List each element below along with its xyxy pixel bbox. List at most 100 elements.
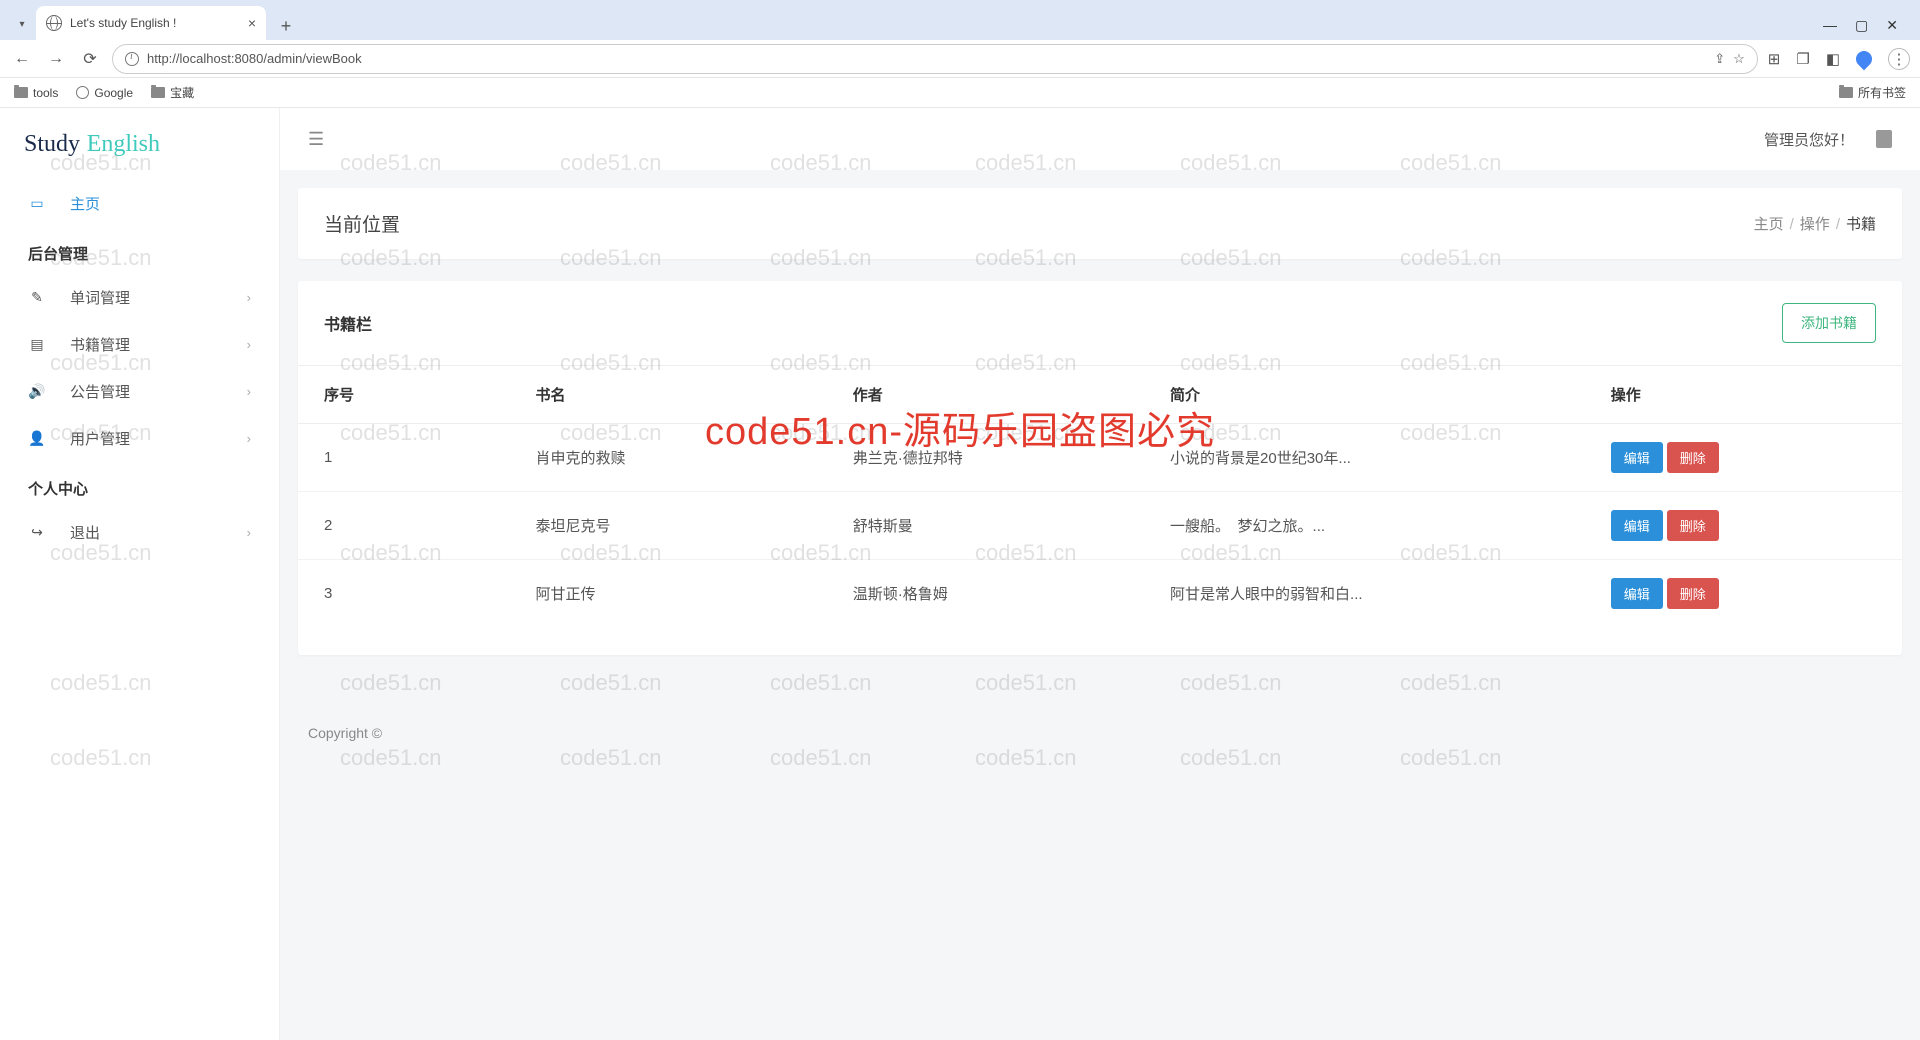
edit-icon: ✎ xyxy=(28,289,46,306)
new-tab-button[interactable]: + xyxy=(272,12,300,40)
tab-close-icon[interactable]: × xyxy=(248,15,256,31)
chevron-right-icon: › xyxy=(247,337,251,352)
bookmarks-bar: tools Google 宝藏 所有书签 xyxy=(0,78,1920,108)
sidebar: Study English ▭ 主页 后台管理 ✎ 单词管理 › ▤ 书籍管理 … xyxy=(0,108,280,1040)
side-panel-icon[interactable]: ◧ xyxy=(1826,50,1840,68)
edit-button[interactable]: 编辑 xyxy=(1611,510,1663,541)
cell-desc: 阿甘是常人眼中的弱智和白... xyxy=(1144,560,1585,628)
forward-button[interactable]: → xyxy=(44,50,68,68)
breadcrumb-trail: 主页/操作/书籍 xyxy=(1754,213,1876,234)
tab-title: Let's study English ! xyxy=(70,16,240,30)
edit-button[interactable]: 编辑 xyxy=(1611,578,1663,609)
table-row: 2泰坦尼克号舒特斯曼一艘船。 梦幻之旅。...编辑删除 xyxy=(298,492,1902,560)
sidebar-item-label: 主页 xyxy=(70,193,100,214)
cell-ops: 编辑删除 xyxy=(1585,424,1902,492)
folder-icon xyxy=(1839,87,1853,98)
folder-icon xyxy=(151,87,165,98)
lock-icon[interactable] xyxy=(1876,130,1892,148)
sidebar-item-books[interactable]: ▤ 书籍管理 › xyxy=(0,321,279,368)
chevron-right-icon: › xyxy=(247,290,251,305)
bookmark-folder[interactable]: 宝藏 xyxy=(151,84,194,101)
sidebar-item-label: 用户管理 xyxy=(70,428,130,449)
cell-index: 1 xyxy=(298,424,510,492)
sidebar-item-words[interactable]: ✎ 单词管理 › xyxy=(0,274,279,321)
sidebar-item-label: 单词管理 xyxy=(70,287,130,308)
logout-icon: ↪ xyxy=(28,524,46,541)
delete-button[interactable]: 删除 xyxy=(1667,442,1719,473)
sidebar-item-label: 书籍管理 xyxy=(70,334,130,355)
bookmark-link[interactable]: Google xyxy=(76,86,133,100)
chevron-right-icon: › xyxy=(247,384,251,399)
table-row: 1肖申克的救赎弗兰克·德拉邦特小说的背景是20世纪30年...编辑删除 xyxy=(298,424,1902,492)
cell-author: 温斯顿·格鲁姆 xyxy=(827,560,1144,628)
globe-icon xyxy=(46,15,62,31)
app-logo[interactable]: Study English xyxy=(0,122,279,180)
sidebar-item-users[interactable]: 👤 用户管理 › xyxy=(0,415,279,462)
panel-header: 书籍栏 添加书籍 xyxy=(298,281,1902,366)
chevron-right-icon: › xyxy=(247,525,251,540)
site-info-icon[interactable] xyxy=(125,52,139,66)
sidebar-item-home[interactable]: ▭ 主页 xyxy=(0,180,279,227)
share-icon[interactable]: ⇪ xyxy=(1714,51,1725,67)
sidebar-item-label: 公告管理 xyxy=(70,381,130,402)
cell-ops: 编辑删除 xyxy=(1585,560,1902,628)
col-name: 书名 xyxy=(510,366,827,424)
browser-menu-icon[interactable]: ⋮ xyxy=(1888,48,1910,70)
add-book-button[interactable]: 添加书籍 xyxy=(1782,303,1876,343)
cell-desc: 小说的背景是20世纪30年... xyxy=(1144,424,1585,492)
sidebar-item-notices[interactable]: 🔊 公告管理 › xyxy=(0,368,279,415)
close-window-button[interactable]: ✕ xyxy=(1886,17,1898,34)
sidebar-item-label: 退出 xyxy=(70,522,100,543)
reading-list-icon[interactable]: ❐ xyxy=(1796,50,1809,68)
url-text: http://localhost:8080/admin/viewBook xyxy=(147,51,1706,66)
col-author: 作者 xyxy=(827,366,1144,424)
edit-button[interactable]: 编辑 xyxy=(1611,442,1663,473)
cell-author: 弗兰克·德拉邦特 xyxy=(827,424,1144,492)
breadcrumb-op[interactable]: 操作 xyxy=(1800,216,1830,233)
sidebar-section-personal: 个人中心 xyxy=(0,462,279,509)
cell-author: 舒特斯曼 xyxy=(827,492,1144,560)
extensions-icon[interactable]: ⊞ xyxy=(1768,50,1781,68)
col-ops: 操作 xyxy=(1585,366,1902,424)
globe-icon xyxy=(76,86,89,99)
panel-title: 书籍栏 xyxy=(324,311,372,335)
maximize-button[interactable]: ▢ xyxy=(1855,17,1868,34)
cell-name: 阿甘正传 xyxy=(510,560,827,628)
address-bar[interactable]: http://localhost:8080/admin/viewBook ⇪ ☆ xyxy=(112,44,1758,74)
footer: Copyright © xyxy=(298,677,1902,765)
browser-tab[interactable]: Let's study English ! × xyxy=(36,6,266,40)
minimize-button[interactable]: — xyxy=(1823,17,1837,34)
laptop-icon: ▭ xyxy=(28,195,46,212)
chevron-right-icon: › xyxy=(247,431,251,446)
sidebar-item-logout[interactable]: ↪ 退出 › xyxy=(0,509,279,556)
app-root: Study English ▭ 主页 后台管理 ✎ 单词管理 › ▤ 书籍管理 … xyxy=(0,108,1920,1040)
bookmark-folder[interactable]: tools xyxy=(14,86,58,100)
delete-button[interactable]: 删除 xyxy=(1667,510,1719,541)
back-button[interactable]: ← xyxy=(10,50,34,68)
col-index: 序号 xyxy=(298,366,510,424)
browser-tab-strip: ▾ Let's study English ! × + — ▢ ✕ xyxy=(0,0,1920,40)
breadcrumb-panel: 当前位置 主页/操作/书籍 xyxy=(298,188,1902,259)
volume-icon: 🔊 xyxy=(28,383,46,400)
table-row: 3阿甘正传温斯顿·格鲁姆阿甘是常人眼中的弱智和白...编辑删除 xyxy=(298,560,1902,628)
greeting-text: 管理员您好！ xyxy=(1764,129,1854,150)
books-table: 序号 书名 作者 简介 操作 1肖申克的救赎弗兰克·德拉邦特小说的背景是20世纪… xyxy=(298,366,1902,627)
topbar: ☰ 管理员您好！ xyxy=(280,108,1920,170)
tab-list-dropdown[interactable]: ▾ xyxy=(8,8,36,40)
delete-button[interactable]: 删除 xyxy=(1667,578,1719,609)
profile-icon[interactable] xyxy=(1853,47,1876,70)
cell-index: 2 xyxy=(298,492,510,560)
breadcrumb-home[interactable]: 主页 xyxy=(1754,216,1784,233)
bookmark-star-icon[interactable]: ☆ xyxy=(1733,51,1745,67)
col-desc: 简介 xyxy=(1144,366,1585,424)
folder-icon xyxy=(14,87,28,98)
book-icon: ▤ xyxy=(28,336,46,353)
window-controls: — ▢ ✕ xyxy=(1823,17,1912,40)
user-icon: 👤 xyxy=(28,430,46,447)
sidebar-toggle-icon[interactable]: ☰ xyxy=(308,129,324,150)
breadcrumb-title: 当前位置 xyxy=(324,210,400,237)
cell-desc: 一艘船。 梦幻之旅。... xyxy=(1144,492,1585,560)
main-content: ☰ 管理员您好！ 当前位置 主页/操作/书籍 书籍栏 添加书籍 序号 书名 xyxy=(280,108,1920,1040)
all-bookmarks[interactable]: 所有书签 xyxy=(1839,84,1906,101)
reload-button[interactable]: ⟳ xyxy=(78,49,102,69)
